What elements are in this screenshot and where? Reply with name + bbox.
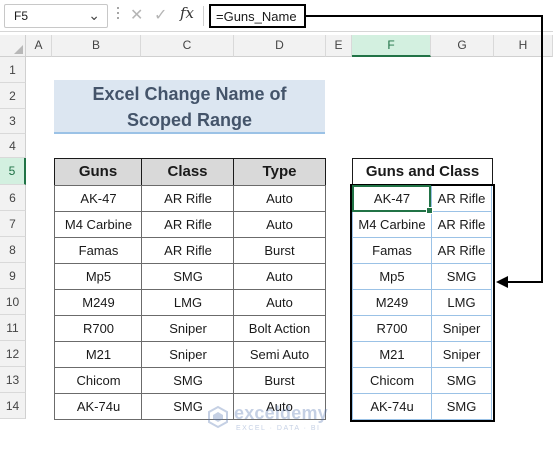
formula-text: =Guns_Name	[216, 9, 297, 24]
sheet-title[interactable]: Excel Change Name of Scoped Range	[54, 80, 325, 134]
table-cell[interactable]: R700	[54, 315, 143, 342]
spill-cell[interactable]: Famas	[352, 237, 432, 264]
table-cell[interactable]: Auto	[233, 211, 326, 238]
table-cell[interactable]: Auto	[233, 263, 326, 290]
table-cell[interactable]: M21	[54, 341, 143, 368]
exceldemy-logo-icon	[208, 405, 228, 429]
table-header-type[interactable]: Type	[233, 158, 326, 186]
table-cell[interactable]: Auto	[233, 289, 326, 316]
table-cell[interactable]: Semi Auto	[233, 341, 326, 368]
row-header-12[interactable]: 12	[0, 341, 26, 367]
table-cell[interactable]: M4 Carbine	[54, 211, 143, 238]
formula-bar-divider	[203, 6, 204, 26]
table-header-guns[interactable]: Guns	[54, 158, 142, 186]
row-header-3[interactable]: 3	[0, 109, 26, 134]
row-header-5[interactable]: 5	[0, 158, 26, 185]
table-cell[interactable]: AR Rifle	[141, 185, 235, 212]
table-cell[interactable]: SMG	[141, 367, 235, 394]
spill-cell[interactable]: M249	[352, 289, 432, 316]
spill-cell[interactable]: M21	[352, 341, 432, 368]
spill-cell[interactable]: AK-47	[352, 185, 432, 212]
table-cell[interactable]: Burst	[233, 237, 326, 264]
column-header-a[interactable]: A	[26, 35, 52, 57]
spill-cell[interactable]: AR Rifle	[431, 237, 492, 264]
row-header-11[interactable]: 11	[0, 315, 26, 341]
spill-cell[interactable]: Chicom	[352, 367, 432, 394]
table-cell[interactable]: AK-74u	[54, 393, 143, 420]
guns-and-class-header[interactable]: Guns and Class	[352, 158, 493, 185]
column-header-h[interactable]: H	[494, 35, 553, 57]
column-header-c[interactable]: C	[141, 35, 234, 57]
row-header-10[interactable]: 10	[0, 289, 26, 315]
row-header-2[interactable]: 2	[0, 83, 26, 109]
table-cell[interactable]: Chicom	[54, 367, 143, 394]
exceldemy-watermark: exceldemy EXCEL · DATA · BI	[206, 403, 356, 437]
enter-icon[interactable]: ✓	[154, 5, 167, 25]
column-header-b[interactable]: B	[52, 35, 141, 57]
spill-cell[interactable]: M4 Carbine	[352, 211, 432, 238]
table-cell[interactable]: SMG	[141, 263, 235, 290]
row-header-6[interactable]: 6	[0, 185, 26, 211]
formula-bar-grip-icon[interactable]	[117, 7, 120, 23]
spill-cell[interactable]: AR Rifle	[431, 211, 492, 238]
column-header-e[interactable]: E	[326, 35, 352, 57]
table-cell[interactable]: Burst	[233, 367, 326, 394]
table-cell[interactable]: Auto	[233, 185, 326, 212]
spill-cell[interactable]: SMG	[431, 263, 492, 290]
spill-cell[interactable]: LMG	[431, 289, 492, 316]
spill-cell[interactable]: R700	[352, 315, 432, 342]
column-header-g[interactable]: G	[431, 35, 494, 57]
column-header-f[interactable]: F	[352, 35, 431, 57]
table-cell[interactable]: AK-47	[54, 185, 143, 212]
select-all-button[interactable]	[0, 35, 26, 57]
table-cell[interactable]: AR Rifle	[141, 237, 235, 264]
insert-function-icon[interactable]: fx	[180, 4, 194, 22]
spill-cell[interactable]: Sniper	[431, 341, 492, 368]
table-cell[interactable]: M249	[54, 289, 143, 316]
column-header-d[interactable]: D	[234, 35, 326, 57]
table-cell[interactable]: Sniper	[141, 315, 235, 342]
row-header-14[interactable]: 14	[0, 393, 26, 419]
watermark-name: exceldemy	[234, 403, 328, 423]
row-header-9[interactable]: 9	[0, 263, 26, 289]
cancel-icon[interactable]: ✕	[130, 5, 143, 25]
table-cell[interactable]: AR Rifle	[141, 211, 235, 238]
spill-cell[interactable]: SMG	[431, 367, 492, 394]
row-header-8[interactable]: 8	[0, 237, 26, 263]
table-cell[interactable]: Bolt Action	[233, 315, 326, 342]
spill-cell[interactable]: AK-74u	[352, 393, 432, 420]
spill-cell[interactable]: Mp5	[352, 263, 432, 290]
name-box-dropdown-icon[interactable]: ⌄	[88, 7, 100, 24]
watermark-tagline: EXCEL · DATA · BI	[236, 425, 321, 432]
arrow-head-icon	[496, 276, 508, 288]
title-line-1: Excel Change Name of	[92, 84, 287, 104]
table-cell[interactable]: Mp5	[54, 263, 143, 290]
table-cell[interactable]: Famas	[54, 237, 143, 264]
table-header-class[interactable]: Class	[141, 158, 234, 186]
table-cell[interactable]: LMG	[141, 289, 235, 316]
row-header-4[interactable]: 4	[0, 134, 26, 158]
title-line-2: Scoped Range	[126, 110, 253, 130]
spill-cell[interactable]: AR Rifle	[431, 185, 492, 212]
table-cell[interactable]: Sniper	[141, 341, 235, 368]
formula-input[interactable]: =Guns_Name	[209, 4, 306, 28]
row-header-13[interactable]: 13	[0, 367, 26, 393]
name-box-value: F5	[14, 9, 29, 23]
row-header-7[interactable]: 7	[0, 211, 26, 237]
name-box[interactable]: F5 ⌄	[4, 4, 108, 28]
spill-cell[interactable]: SMG	[431, 393, 492, 420]
row-header-1[interactable]: 1	[0, 57, 26, 83]
spill-cell[interactable]: Sniper	[431, 315, 492, 342]
